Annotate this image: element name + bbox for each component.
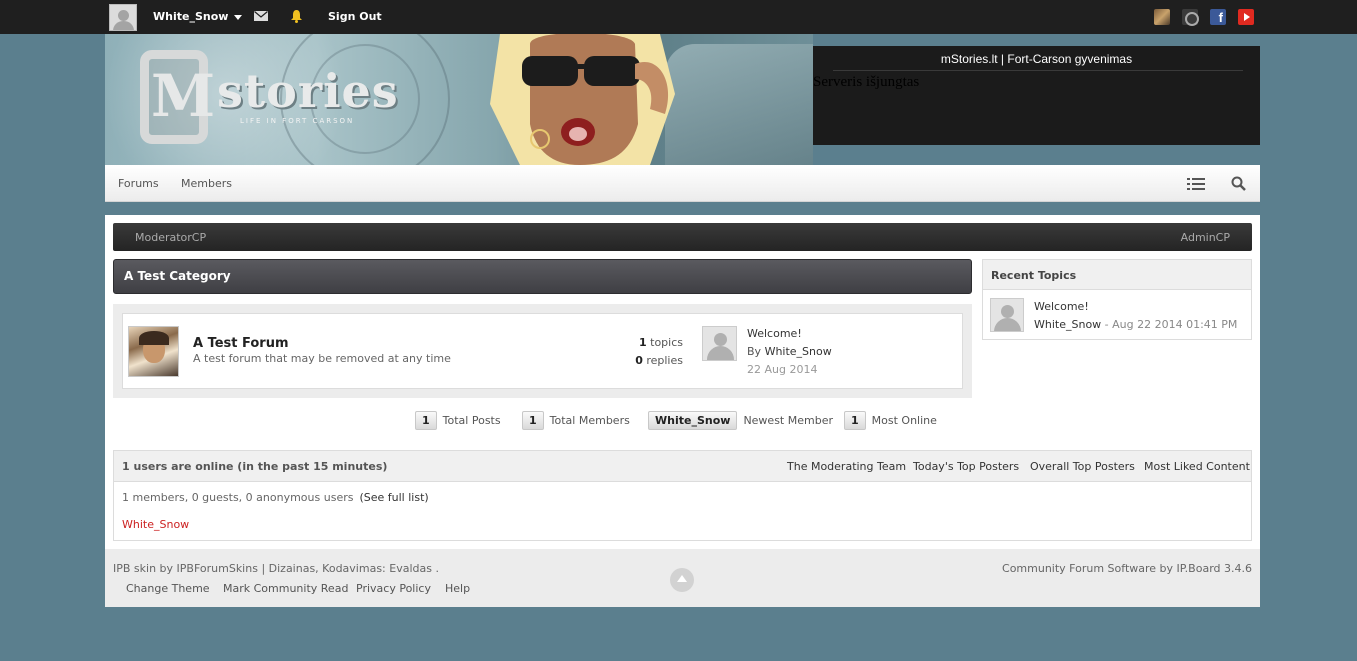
server-status-message: Serveris išjungtas <box>813 74 920 90</box>
teamspeak-icon[interactable] <box>1182 9 1199 26</box>
see-full-list-link[interactable]: (See full list) <box>359 491 428 504</box>
most-online-value: 1 <box>844 411 866 430</box>
nav-item-members[interactable]: Members <box>181 177 232 190</box>
stat-total-posts: 1 Total Posts <box>415 411 501 431</box>
avatar-head-shape <box>118 10 129 21</box>
recent-topic-date: - Aug 22 2014 01:41 PM <box>1104 318 1238 331</box>
avatar-body-shape <box>707 346 734 360</box>
most-liked-content-link[interactable]: Most Liked Content <box>1144 460 1250 473</box>
admin-cp-link[interactable]: AdminCP <box>1181 231 1230 244</box>
sign-out-link[interactable]: Sign Out <box>328 10 382 23</box>
online-user-link[interactable]: White_Snow <box>122 518 189 531</box>
forum-description: A test forum that may be removed at any … <box>193 352 451 365</box>
moderating-team-link[interactable]: The Moderating Team <box>787 460 906 473</box>
privacy-policy-link[interactable]: Privacy Policy <box>356 582 431 595</box>
recent-topic-title-link[interactable]: Welcome! <box>1034 300 1089 313</box>
banner-character-illustration <box>490 34 675 165</box>
online-users-title: 1 users are online (in the past 15 minut… <box>122 460 388 473</box>
list-view-icon[interactable] <box>1187 178 1205 190</box>
replies-label: replies <box>646 354 683 367</box>
logo-mark <box>140 50 215 144</box>
newest-member-label: Newest Member <box>743 414 833 427</box>
user-menu[interactable]: White_Snow <box>153 10 243 23</box>
user-bar: White_Snow Sign Out f <box>0 0 1357 34</box>
recent-topic-meta: White_Snow - Aug 22 2014 01:41 PM <box>1034 318 1237 331</box>
by-label: By <box>747 345 762 358</box>
online-counts-text: 1 members, 0 guests, 0 anonymous users <box>122 491 354 504</box>
powered-by-link[interactable]: Community Forum Software by IP.Board 3.4… <box>1002 562 1252 575</box>
category-header[interactable]: A Test Category <box>113 259 972 294</box>
last-post-author-link[interactable]: White_Snow <box>765 345 832 358</box>
header-banner[interactable]: stories LIFE IN FORT CARSON <box>105 34 813 165</box>
youtube-icon[interactable] <box>1238 9 1254 25</box>
user-avatar[interactable] <box>109 4 137 31</box>
recent-topics-header: Recent Topics <box>983 260 1251 290</box>
most-online-label: Most Online <box>871 414 937 427</box>
online-users-panel: 1 users are online (in the past 15 minut… <box>113 450 1252 541</box>
category-body: A Test Forum A test forum that may be re… <box>113 304 972 398</box>
nav-item-forums[interactable]: Forums <box>118 177 159 190</box>
stat-total-members: 1 Total Members <box>522 411 630 431</box>
help-link[interactable]: Help <box>445 582 470 595</box>
topics-number: 1 <box>638 336 647 349</box>
total-members-value: 1 <box>522 411 544 430</box>
divider <box>833 70 1243 71</box>
last-post-author: By White_Snow <box>747 345 832 358</box>
recent-topics-title: Recent Topics <box>991 269 1077 282</box>
total-members-label: Total Members <box>549 414 630 427</box>
online-counts: 1 members, 0 guests, 0 anonymous users (S… <box>122 491 429 504</box>
avatar-body-shape <box>113 21 134 30</box>
mail-icon[interactable] <box>254 11 268 21</box>
avatar-head-shape <box>714 333 727 346</box>
search-icon[interactable] <box>1231 176 1246 191</box>
replies-number: 0 <box>635 354 643 367</box>
username-label: White_Snow <box>153 10 229 23</box>
admin-bar: ModeratorCP AdminCP <box>113 223 1252 251</box>
back-to-top-icon[interactable] <box>670 568 694 592</box>
main-content: ModeratorCP AdminCP A Test Category A Te… <box>105 215 1260 549</box>
moderator-cp-link[interactable]: ModeratorCP <box>135 231 206 244</box>
online-users-header: 1 users are online (in the past 15 minut… <box>114 451 1251 482</box>
avatar-body-shape <box>994 318 1021 331</box>
forum-title-link[interactable]: A Test Forum <box>193 336 289 351</box>
category-title: A Test Category <box>124 269 231 283</box>
todays-top-posters-link[interactable]: Today's Top Posters <box>913 460 1019 473</box>
newest-member-link[interactable]: White_Snow <box>648 411 738 430</box>
avatar-head-shape <box>1001 305 1014 318</box>
stat-newest-member: White_Snow Newest Member <box>648 411 833 431</box>
change-theme-link[interactable]: Change Theme <box>126 582 210 595</box>
last-post-title-link[interactable]: Welcome! <box>747 327 802 340</box>
notification-bell-icon[interactable] <box>290 9 303 23</box>
server-status-title: mStories.lt | Fort-Carson gyvenimas <box>940 52 1133 66</box>
facebook-icon[interactable]: f <box>1210 9 1226 25</box>
forum-icon-image[interactable] <box>128 326 179 377</box>
mark-community-read-link[interactable]: Mark Community Read <box>223 582 348 595</box>
total-posts-label: Total Posts <box>442 414 501 427</box>
logo-tagline: LIFE IN FORT CARSON <box>240 117 355 125</box>
forum-topics-count: 1 topics <box>593 336 683 349</box>
total-posts-value: 1 <box>415 411 437 430</box>
game-icon[interactable] <box>1154 9 1170 25</box>
primary-nav: Forums Members <box>105 165 1260 202</box>
footer: IPB skin by IPBForumSkins | Dizainas, Ko… <box>105 549 1260 607</box>
forum-replies-count: 0 replies <box>593 354 683 367</box>
chevron-down-icon <box>234 14 243 20</box>
logo-text: stories <box>217 64 399 118</box>
topics-label: topics <box>650 336 683 349</box>
recent-topic-avatar[interactable] <box>990 298 1024 332</box>
forum-row: A Test Forum A test forum that may be re… <box>122 313 963 389</box>
last-poster-avatar[interactable] <box>702 326 737 361</box>
server-status-box: mStories.lt | Fort-Carson gyvenimas Serv… <box>813 46 1260 145</box>
last-post-date: 22 Aug 2014 <box>747 363 818 376</box>
recent-topics-panel: Recent Topics Welcome! White_Snow - Aug … <box>982 259 1252 340</box>
recent-topic-author-link[interactable]: White_Snow <box>1034 318 1101 331</box>
footer-credits: IPB skin by IPBForumSkins | Dizainas, Ko… <box>113 562 439 575</box>
overall-top-posters-link[interactable]: Overall Top Posters <box>1030 460 1135 473</box>
stat-most-online: 1 Most Online <box>844 411 937 431</box>
